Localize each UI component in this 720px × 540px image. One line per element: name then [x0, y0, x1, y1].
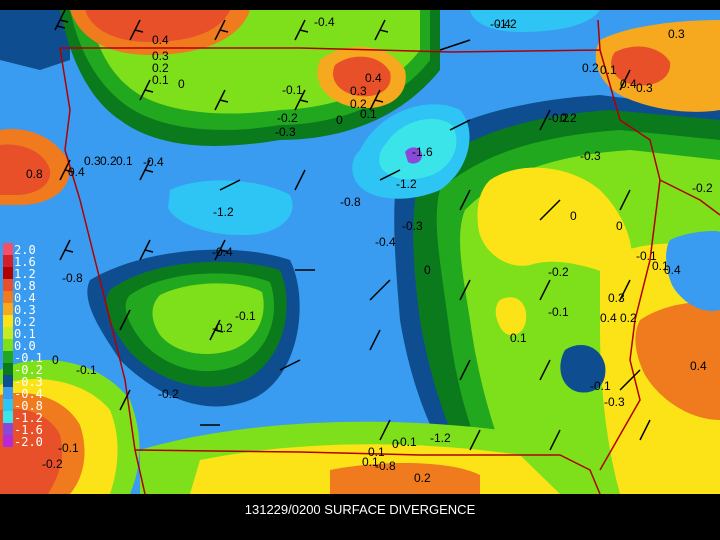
- contour-label: -0.1: [76, 363, 97, 377]
- contour-label: 0.1: [600, 63, 617, 77]
- contour-label: 0.2: [414, 471, 431, 485]
- contour-label: 0: [178, 77, 185, 91]
- color-legend: [3, 243, 13, 447]
- contour-label: -1.2: [396, 177, 417, 191]
- legend-swatch: [3, 291, 13, 303]
- contour-label: 0.3: [608, 291, 625, 305]
- contour-label: -0.2: [42, 457, 63, 471]
- contour-label: -0.3: [604, 395, 625, 409]
- contour-label: -0.3: [580, 149, 601, 163]
- contour-label: -0.8: [340, 195, 361, 209]
- contour-label: 0: [336, 113, 343, 127]
- contour-label: -0.4: [490, 17, 511, 31]
- contour-label: 0.4: [152, 33, 169, 47]
- contour-label: 0.1: [152, 73, 169, 87]
- contour-label: 0.4: [68, 165, 85, 179]
- contour-label: -0.2: [277, 111, 298, 125]
- contour-label: 0.3: [350, 84, 367, 98]
- map-caption: 131229/0200 SURFACE DIVERGENCE: [244, 502, 476, 517]
- contour-label: -0.1: [396, 435, 417, 449]
- contour-label: -0.2: [158, 387, 179, 401]
- contour-label: 0.4: [365, 71, 382, 85]
- contour-label: 0.3: [636, 81, 653, 95]
- contour-label: 0.8: [26, 167, 43, 181]
- legend-swatch: [3, 327, 13, 339]
- contour-label: 0.2: [620, 311, 637, 325]
- contour-label: -0.3: [275, 125, 296, 139]
- legend-swatch: [3, 315, 13, 327]
- contour-label: 0.1: [360, 107, 377, 121]
- contour-label: 0: [52, 353, 59, 367]
- contour-label: -0.4: [375, 235, 396, 249]
- legend-swatch: [3, 411, 13, 423]
- legend-swatch: [3, 339, 13, 351]
- legend-swatch: [3, 399, 13, 411]
- contour-label: -0.2: [692, 181, 713, 195]
- legend-swatch: [3, 243, 13, 255]
- contour-label: 0: [570, 209, 577, 223]
- legend-swatch: [3, 279, 13, 291]
- contour-label: 0.3: [84, 154, 101, 168]
- contour-label: -0.4: [212, 245, 233, 259]
- contour-label: 0.2: [100, 154, 117, 168]
- legend-swatch: [3, 423, 13, 435]
- legend-swatch: [3, 303, 13, 315]
- legend-swatch: [3, 363, 13, 375]
- contour-label: -1.2: [213, 205, 234, 219]
- contour-label: -0.4: [143, 155, 164, 169]
- legend-swatch: [3, 387, 13, 399]
- divergence-map: 0.40.30.20.1 0 0.40.30.20.10-0.1-0.2-0.3-0…: [0, 9, 720, 495]
- contour-label: -0.1: [235, 309, 256, 323]
- contour-label: 0.4: [664, 263, 681, 277]
- contour-label: 0.1: [510, 331, 527, 345]
- contour-label: -0.1: [58, 441, 79, 455]
- legend-swatch: [3, 351, 13, 363]
- contour-label: 0.4: [620, 77, 637, 91]
- contour-label: -0.8: [62, 271, 83, 285]
- legend-labels: 2.0 1.6 1.2 0.8 0.4 0.3 0.2 0.1 0.0 -0.1 -0.2 -0.3-…: [14, 244, 43, 448]
- contour-label: 0.1: [368, 445, 385, 459]
- contour-neg03-west: [0, 10, 70, 70]
- contour-label: -1.6: [412, 145, 433, 159]
- contour-label: 0.1: [116, 154, 133, 168]
- contour-label: -0.1: [590, 379, 611, 393]
- contour-label: -0.2: [212, 321, 233, 335]
- contour-label: -0.2: [548, 111, 569, 125]
- contour-label: 0: [616, 219, 623, 233]
- contour-label: -1.2: [430, 431, 451, 445]
- contour-label: -0.2: [548, 265, 569, 279]
- contour-label: 0.2: [582, 61, 599, 75]
- legend-swatch: [3, 267, 13, 279]
- contour-label: 0: [424, 263, 431, 277]
- contour-label: 0.3: [668, 27, 685, 41]
- contour-label: 0.4: [600, 311, 617, 325]
- contour-label: 0.4: [690, 359, 707, 373]
- legend-swatch: [3, 255, 13, 267]
- legend-swatch: [3, 435, 13, 447]
- contour-label: 0: [392, 437, 399, 451]
- legend-swatch: [3, 375, 13, 387]
- contour-label: -0.1: [282, 83, 303, 97]
- contour-label: -0.1: [548, 305, 569, 319]
- contour-label: -0.3: [402, 219, 423, 233]
- legend-label: -2.0: [14, 435, 43, 449]
- contour-label: -0.4: [314, 15, 335, 29]
